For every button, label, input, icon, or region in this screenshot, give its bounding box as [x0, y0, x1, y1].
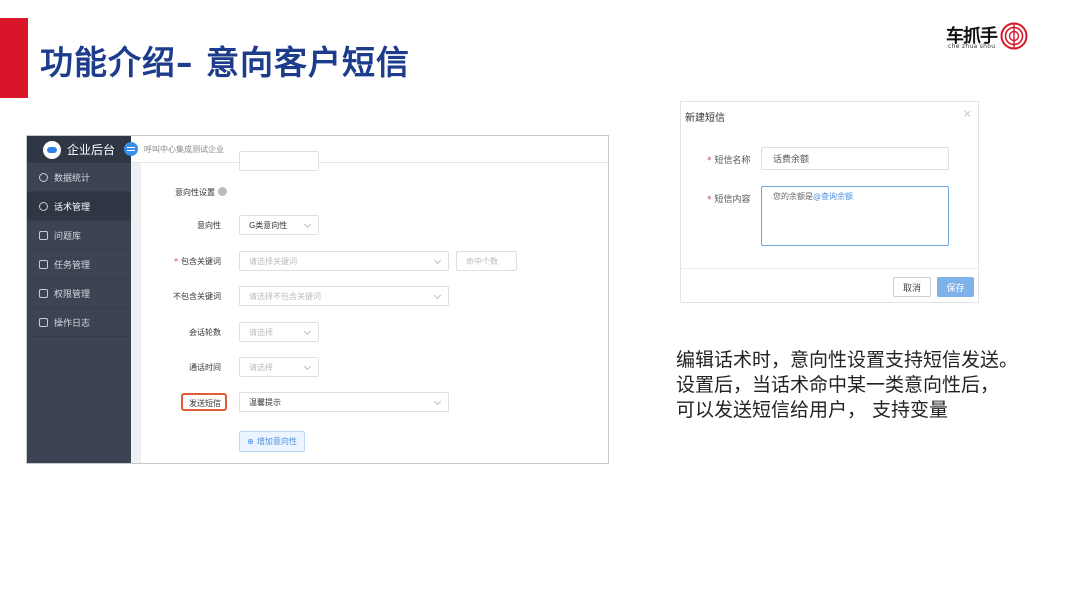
grid-icon: [39, 259, 48, 269]
admin-form: 意向性设置 意向性 G类意向性 * 包含关键词 请选择关键词 命中个数 不包含关键…: [131, 151, 608, 463]
description-line: 可以发送短信给用户， 支持变量: [676, 399, 949, 421]
cloud-icon: [43, 140, 61, 159]
rounds-select[interactable]: 请选择: [239, 322, 319, 342]
sms-content-text: 您的余额是: [773, 192, 813, 201]
send-sms-value: 温馨提示: [249, 397, 281, 407]
chevron-down-icon: [433, 291, 442, 300]
sidebar-item-label: 操作日志: [54, 318, 91, 329]
sms-name-input[interactable]: 话费余额: [761, 147, 949, 170]
add-intent-label: 增加意向性: [256, 437, 297, 446]
help-icon[interactable]: [218, 187, 227, 196]
add-intent-button[interactable]: ⊕ 增加意向性: [239, 431, 305, 452]
feature-description: 编辑话术时，意向性设置支持短信发送。 设置后，当话术命中某一类意向性后， 可以发…: [676, 348, 1066, 423]
sidebar-item-questions[interactable]: 问题库: [27, 221, 131, 250]
dialog-divider: [681, 268, 978, 269]
book-icon: [39, 230, 48, 240]
sidebar-item-label: 权限管理: [54, 289, 91, 300]
include-keywords-label: * 包含关键词: [161, 256, 221, 267]
sms-content-label: * 短信内容: [707, 192, 751, 205]
sidebar-brand[interactable]: 企业后台: [27, 136, 131, 163]
send-sms-label: 发送短信: [189, 399, 221, 408]
description-line: 编辑话术时，意向性设置支持短信发送。: [676, 349, 1019, 371]
intent-value: G类意向性: [249, 220, 288, 230]
plus-icon: ⊕: [247, 437, 254, 446]
chevron-down-icon: [433, 397, 442, 406]
sms-content-variable: @查询余额: [813, 192, 853, 201]
admin-topbar: 呼叫中心集成测试企业: [124, 136, 608, 163]
intent-select[interactable]: G类意向性: [239, 215, 319, 235]
required-marker: *: [707, 195, 712, 205]
sidebar-item-label: 任务管理: [54, 260, 91, 271]
logo-subtitle: che zhua shou: [948, 43, 996, 50]
duration-label: 通话时间: [189, 363, 221, 372]
company-logo: 车抓手 che zhua shou: [946, 20, 1030, 54]
exclude-keywords-select[interactable]: 请选择不包含关键词: [239, 286, 449, 306]
sms-name-value: 话费余额: [773, 155, 810, 165]
section-title-text: 意向性设置: [175, 188, 215, 197]
chevron-down-icon: [303, 362, 312, 371]
description-line: 设置后，当话术命中某一类意向性后，: [676, 374, 1000, 396]
send-sms-select[interactable]: 温馨提示: [239, 392, 449, 412]
clock-icon: [39, 172, 48, 182]
chevron-down-icon: [303, 220, 312, 229]
sidebar-item-permissions[interactable]: 权限管理: [27, 279, 131, 308]
sms-content-label-text: 短信内容: [714, 195, 751, 205]
content-gutter: [131, 163, 141, 463]
intent-label: 意向性: [197, 221, 221, 230]
accent-bar: [0, 18, 28, 98]
sidebar-item-stats[interactable]: 数据统计: [27, 163, 131, 192]
clipped-select[interactable]: [239, 151, 319, 171]
logo-emblem-icon: [1000, 22, 1028, 50]
sidebar-item-tasks[interactable]: 任务管理: [27, 250, 131, 279]
rounds-placeholder: 请选择: [249, 327, 273, 337]
slide-title: 功能介绍– 意向客户短信: [40, 43, 410, 82]
layers-icon: [39, 288, 48, 298]
sms-name-label: * 短信名称: [707, 153, 751, 166]
new-sms-dialog: 新建短信 × * 短信名称 话费余额 * 短信内容 您的余额是@查询余额 取消 保存: [680, 101, 979, 303]
chat-icon: [39, 201, 48, 211]
hit-count-placeholder: 命中个数: [466, 256, 498, 266]
exclude-keywords-placeholder: 请选择不包含关键词: [249, 291, 321, 301]
include-keywords-label-text: 包含关键词: [181, 257, 221, 266]
include-keywords-select[interactable]: 请选择关键词: [239, 251, 449, 271]
sidebar-item-scripts[interactable]: 话术管理: [27, 192, 131, 221]
log-icon: [39, 317, 48, 327]
save-button[interactable]: 保存: [937, 277, 974, 297]
sms-name-label-text: 短信名称: [714, 156, 751, 166]
sms-content-textarea[interactable]: 您的余额是@查询余额: [761, 186, 949, 246]
admin-screenshot: 企业后台 数据统计 话术管理 问题库 任务管理 权限管理 操作日志 呼叫中心集成…: [26, 135, 609, 464]
cancel-button[interactable]: 取消: [893, 277, 931, 297]
sidebar-item-label: 问题库: [54, 231, 82, 242]
sidebar-item-label: 数据统计: [54, 173, 91, 184]
rounds-label: 会话轮数: [189, 328, 221, 337]
breadcrumb: 呼叫中心集成测试企业: [144, 144, 224, 154]
duration-placeholder: 请选择: [249, 362, 273, 372]
dialog-title: 新建短信: [685, 113, 725, 124]
close-icon[interactable]: ×: [963, 107, 972, 120]
duration-select[interactable]: 请选择: [239, 357, 319, 377]
sidebar-item-label: 话术管理: [54, 202, 91, 213]
include-keywords-placeholder: 请选择关键词: [249, 256, 297, 266]
required-marker: *: [707, 156, 712, 166]
menu-toggle-icon[interactable]: [124, 142, 138, 156]
required-marker: *: [174, 257, 178, 266]
chevron-down-icon: [303, 327, 312, 336]
exclude-keywords-label: 不包含关键词: [173, 292, 221, 301]
chevron-down-icon: [433, 256, 442, 265]
admin-sidebar: 企业后台 数据统计 话术管理 问题库 任务管理 权限管理 操作日志: [27, 136, 131, 463]
sidebar-item-logs[interactable]: 操作日志: [27, 308, 131, 337]
hit-count-input[interactable]: 命中个数: [456, 251, 517, 271]
brand-label: 企业后台: [67, 143, 116, 157]
section-title: 意向性设置: [175, 187, 227, 198]
